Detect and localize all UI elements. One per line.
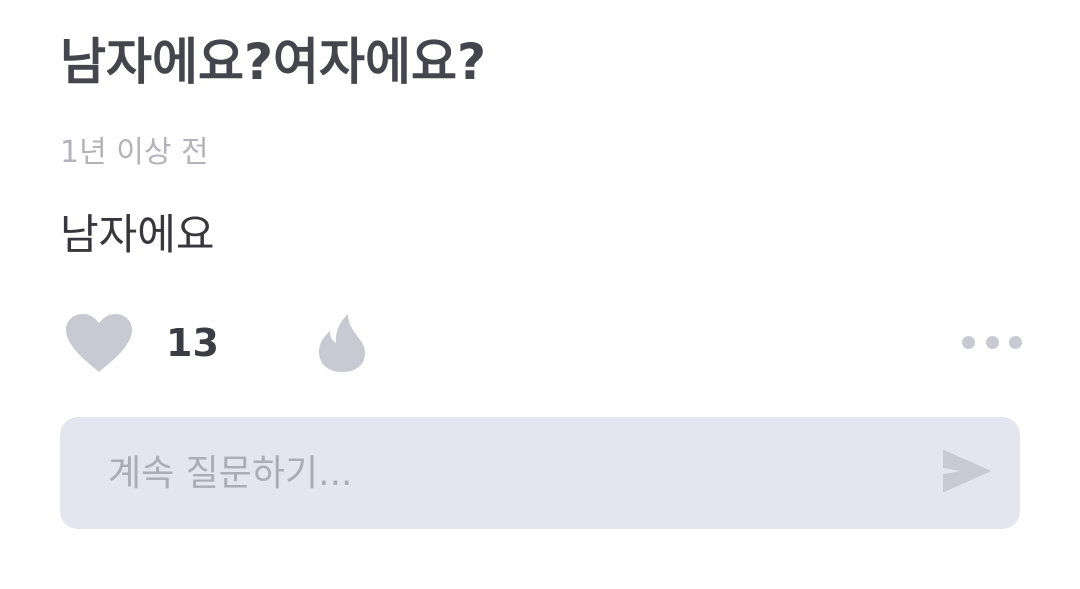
post-title: 남자에요?여자에요? [60, 33, 487, 91]
post-card: 남자에요?여자에요? 1년 이상 전 남자에요 13 [0, 0, 1080, 589]
reply-box [60, 417, 1020, 529]
more-dot [1009, 335, 1022, 349]
fire-icon [319, 314, 365, 372]
reply-input[interactable] [108, 417, 928, 529]
more-dot [985, 335, 999, 349]
like-count: 13 [166, 321, 219, 365]
more-options-button[interactable] [962, 330, 1022, 354]
heart-icon [66, 314, 132, 372]
post-body: 남자에요 [60, 210, 215, 259]
send-icon [943, 450, 990, 492]
action-bar: 13 [60, 308, 1022, 378]
like-button[interactable] [64, 312, 134, 374]
send-button[interactable] [940, 445, 992, 497]
post-timestamp: 1년 이상 전 [60, 135, 209, 170]
more-dots-icon [962, 335, 975, 349]
fire-button[interactable] [316, 310, 368, 374]
